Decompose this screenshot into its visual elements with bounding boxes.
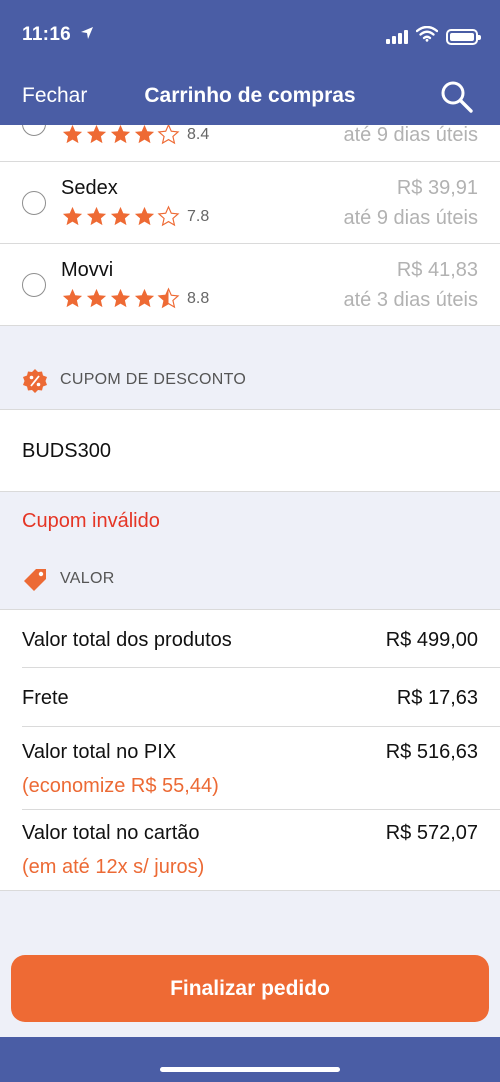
coupon-value: BUDS300 <box>22 440 111 462</box>
rating-stars: 8.4 <box>61 123 209 146</box>
section-label: VALOR <box>60 570 115 587</box>
rating-value: 7.8 <box>187 207 210 225</box>
radio-button[interactable] <box>22 191 46 215</box>
star-icon-full <box>110 124 131 144</box>
star-icon-full <box>134 124 155 144</box>
row-label: Frete <box>22 687 69 709</box>
discount-badge-icon <box>22 368 48 394</box>
bottom-bar <box>0 1037 500 1082</box>
row-label: Valor total no cartão <box>22 822 200 844</box>
signal-icon <box>386 29 408 44</box>
row-label: Valor total no PIX <box>22 741 177 763</box>
star-icon-empty <box>157 123 180 145</box>
star-icon-full <box>134 206 155 226</box>
row-label: Valor total dos produtos <box>22 629 232 651</box>
shipping-option-movvi[interactable]: Movvi 8.8 R$ 41,83 até 3 dias úteis <box>0 244 500 326</box>
rating-value: 8.8 <box>187 289 210 307</box>
navigation-bar: Fechar Carrinho de compras <box>0 80 500 116</box>
row-amount: R$ 572,07 <box>385 822 478 844</box>
radio-button[interactable] <box>22 273 46 297</box>
wifi-icon <box>415 25 439 47</box>
star-icon-full <box>62 288 83 308</box>
star-icon-full <box>62 124 83 144</box>
total-row-shipping: Frete R$ 17,63 <box>22 668 500 727</box>
star-icon-empty <box>157 205 180 227</box>
star-icon-full <box>110 206 131 226</box>
shipping-name: Sedex <box>61 177 118 199</box>
shipping-price: R$ 39,91 <box>396 177 478 199</box>
row-amount: R$ 17,63 <box>396 687 478 709</box>
total-row-card: Valor total no cartão R$ 572,07 (em até … <box>22 810 500 892</box>
delivery-time: até 3 dias úteis <box>343 289 478 311</box>
home-indicator[interactable] <box>160 1067 340 1072</box>
top-bar: 11:16 Fechar Carrinho de compras <box>0 0 500 125</box>
location-arrow-icon <box>80 26 94 43</box>
finalize-order-button[interactable]: Finalizar pedido <box>11 955 489 1022</box>
star-icon-full <box>110 288 131 308</box>
shipping-name: Movvi <box>61 259 114 281</box>
coupon-error-message: Cupom inválido <box>22 510 160 532</box>
star-icon-half <box>157 287 180 309</box>
rating-value: 8.4 <box>187 125 210 143</box>
status-bar: 11:16 <box>22 24 481 50</box>
star-icon-full <box>86 206 107 226</box>
rating-stars: 7.8 <box>61 205 209 228</box>
rating-stars: 8.8 <box>61 287 209 310</box>
row-amount: R$ 499,00 <box>385 629 478 651</box>
star-icon-full <box>62 206 83 226</box>
pix-savings-note: (economize R$ 55,44) <box>22 775 219 797</box>
page-title: Carrinho de compras <box>144 84 356 107</box>
total-row-products: Valor total dos produtos R$ 499,00 <box>22 610 500 668</box>
coupon-input[interactable]: BUDS300 <box>0 409 500 492</box>
price-tag-icon <box>22 567 48 593</box>
installments-note: (em até 12x s/ juros) <box>22 856 205 878</box>
battery-icon <box>446 28 481 45</box>
status-time: 11:16 <box>22 24 72 45</box>
total-row-pix: Valor total no PIX R$ 516,63 (economize … <box>22 727 500 810</box>
delivery-time: até 9 dias úteis <box>343 207 478 229</box>
coupon-section-header: CUPOM DE DESCONTO <box>0 360 500 402</box>
section-label: CUPOM DE DESCONTO <box>60 371 247 388</box>
totals-card: Valor total dos produtos R$ 499,00 Frete… <box>0 609 500 891</box>
row-amount: R$ 516,63 <box>385 741 478 763</box>
star-icon-full <box>86 124 107 144</box>
shipping-price: R$ 41,83 <box>396 259 478 281</box>
star-icon-full <box>86 288 107 308</box>
search-icon[interactable] <box>440 80 474 114</box>
delivery-time: até 9 dias úteis <box>343 124 478 146</box>
shipping-option-sedex[interactable]: Sedex 7.8 R$ 39,91 até 9 dias úteis <box>0 162 500 244</box>
star-icon-full <box>134 288 155 308</box>
valor-section-header: VALOR <box>0 559 500 601</box>
